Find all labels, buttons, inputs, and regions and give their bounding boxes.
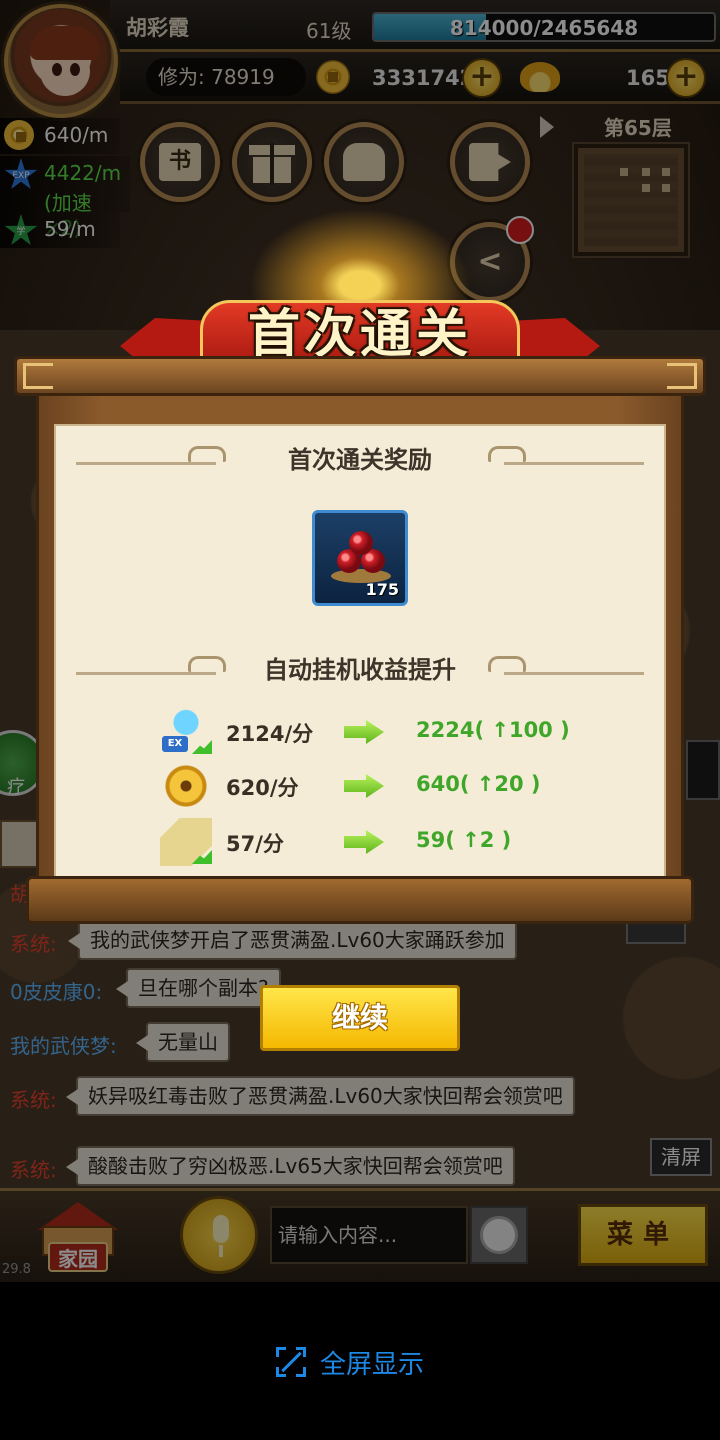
scroll-rod-bottom [26, 876, 694, 924]
stat-row-exp: 2124/分 2224( ↑100 ) [160, 708, 600, 758]
fullscreen-label: 全屏显示 [320, 1349, 425, 1380]
stat-row-coin: 620/分 640( ↑20 ) [160, 762, 600, 812]
reward-item-slot[interactable]: 175 [312, 510, 408, 606]
reward-item-count: 175 [365, 580, 399, 599]
green-arrow-icon [344, 830, 384, 854]
boost-heading: 自动挂机收益提升 [264, 656, 456, 684]
stat-new-value: 640( ↑20 ) [416, 772, 541, 796]
coin-icon [160, 762, 212, 810]
cloud-ornament-icon [488, 656, 526, 672]
scroll-icon [160, 818, 212, 866]
berry-shape [349, 531, 373, 555]
divider-line [504, 462, 644, 465]
game-viewport: 胡彩霞 61级 814000/2465648 修为: 78919 3331742… [0, 0, 720, 1282]
stat-new-value: 59( ↑2 ) [416, 828, 512, 852]
divider-line [504, 672, 644, 675]
stat-old-value: 57/分 [226, 832, 284, 856]
stat-row-scroll: 57/分 59( ↑2 ) [160, 818, 600, 868]
fullscreen-link[interactable]: 全屏显示 [276, 1342, 424, 1382]
green-arrow-icon [344, 774, 384, 798]
stat-old-value: 2124/分 [226, 722, 314, 746]
green-arrow-icon [344, 720, 384, 744]
scroll-cap-right [667, 363, 697, 389]
scroll-cap-left [23, 363, 53, 389]
stat-new-value: 2224( ↑100 ) [416, 718, 570, 742]
scroll-rod-top [14, 356, 706, 396]
exp-icon [160, 708, 212, 756]
increase-arrow-icon [192, 850, 212, 864]
cloud-ornament-icon [488, 446, 526, 462]
reward-heading: 首次通关奖励 [288, 446, 432, 474]
fullscreen-icon [276, 1347, 306, 1377]
increase-arrow-icon [192, 740, 212, 754]
stat-old-value: 620/分 [226, 776, 299, 800]
continue-button[interactable]: 继续 [260, 985, 460, 1051]
